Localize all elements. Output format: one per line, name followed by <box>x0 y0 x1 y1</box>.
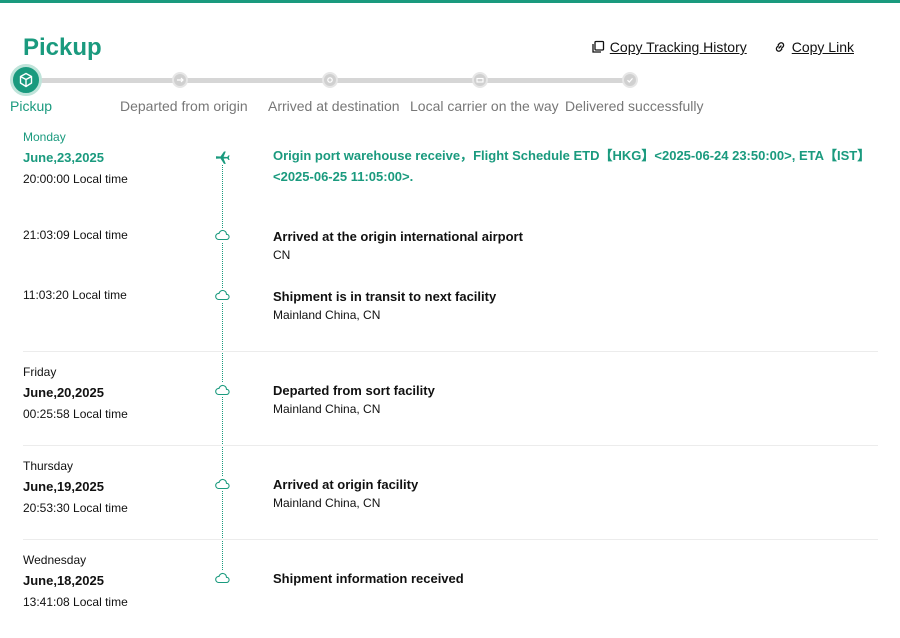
event-time: 13:41:08 Local time <box>23 595 128 609</box>
plane-icon <box>214 150 231 164</box>
cloud-icon <box>214 228 231 242</box>
date-label: June,19,2025 <box>23 479 104 494</box>
package-icon <box>19 72 33 88</box>
step-label-departed: Departed from origin <box>120 98 248 114</box>
arrival-small-icon <box>327 77 333 83</box>
group-divider <box>23 445 878 446</box>
event-time: 20:00:00 Local time <box>23 172 128 186</box>
event-title: Arrived at origin facility <box>273 477 419 492</box>
truck-small-icon <box>476 77 484 83</box>
date-label: June,18,2025 <box>23 573 104 588</box>
step-delivered-marker <box>622 72 638 88</box>
timeline-connector <box>222 162 223 582</box>
event-time: 20:53:30 Local time <box>23 501 128 515</box>
copy-link-label: Copy Link <box>791 39 854 55</box>
event-location: Mainland China, CN <box>273 402 381 416</box>
event-title: Origin port warehouse receive，Flight Sch… <box>273 148 871 184</box>
step-departed-marker <box>172 72 188 88</box>
event-title: Shipment is in transit to next facility <box>273 289 497 304</box>
cloud-icon <box>214 477 231 491</box>
event-time: 00:25:58 Local time <box>23 407 128 421</box>
step-label-delivered: Delivered successfully <box>565 98 704 114</box>
date-label: June,23,2025 <box>23 150 104 165</box>
event-location: CN <box>273 248 291 262</box>
cloud-icon <box>214 383 231 397</box>
copy-tracking-history-label: Copy Tracking History <box>609 39 747 55</box>
event-title: Arrived at the origin international airp… <box>273 229 523 244</box>
weekday-label: Friday <box>23 365 57 379</box>
cloud-icon <box>214 571 231 585</box>
group-divider <box>23 351 878 352</box>
event-location: Mainland China, CN <box>273 308 381 322</box>
step-label-arrived: Arrived at destination <box>268 98 400 114</box>
cloud-icon <box>214 288 231 302</box>
status-title: Pickup <box>23 34 102 61</box>
copy-link-button[interactable]: Copy Link <box>773 39 854 55</box>
link-icon <box>775 42 784 52</box>
top-accent-bar <box>0 0 900 3</box>
weekday-label: Wednesday <box>23 553 87 567</box>
event-location: Mainland China, CN <box>273 496 381 510</box>
copy-tracking-history-button[interactable]: Copy Tracking History <box>591 39 747 55</box>
step-label-local-carrier: Local carrier on the way <box>410 98 559 114</box>
step-local-carrier-marker <box>472 72 488 88</box>
step-label-pickup: Pickup <box>10 98 53 114</box>
group-divider <box>23 539 878 540</box>
plane-small-icon <box>177 77 184 83</box>
weekday-label: Thursday <box>23 459 74 473</box>
check-small-icon <box>627 78 633 83</box>
tracking-actions: Copy Tracking History Copy Link <box>591 39 854 55</box>
step-pickup-marker <box>10 64 42 96</box>
event-time: 11:03:20 Local time <box>23 288 127 302</box>
date-label: June,20,2025 <box>23 385 104 400</box>
event-title: Departed from sort facility <box>273 383 435 398</box>
event-time: 21:03:09 Local time <box>23 228 128 242</box>
step-arrived-marker <box>322 72 338 88</box>
copy-icon <box>592 40 604 53</box>
weekday-label: Monday <box>23 130 66 144</box>
event-title: Shipment information received <box>273 571 464 586</box>
